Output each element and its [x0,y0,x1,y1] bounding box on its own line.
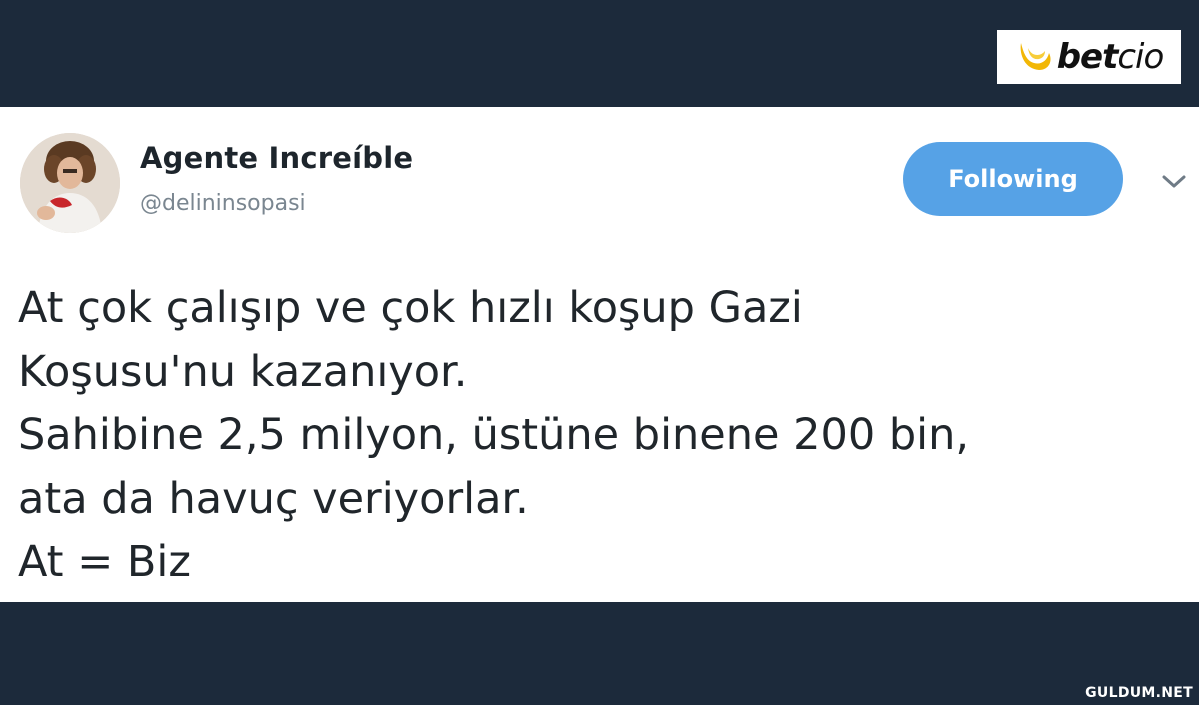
following-button[interactable]: Following [903,142,1123,216]
tweet-text-line: At çok çalışıp ve çok hızlı koşup Gazi [18,283,803,333]
user-handle[interactable]: @delininsopasi [140,191,306,216]
tweet-text-line: Koşusu'nu kazanıyor. [18,346,468,397]
bottom-band: GULDUM.NET [0,602,1199,705]
tweet-text-line: ata da havuç veriyorlar. [18,473,529,524]
tweet-card: Agente Increíble @delininsopasi Followin… [0,107,1199,602]
brand-logo-inner: bet cio [1015,39,1164,75]
tweet-text: At çok çalışıp ve çok hızlı koşup Gazi K… [18,277,1178,595]
tweet-text-line: At = Biz [18,537,191,587]
brand-wordmark-bold: bet [1056,37,1119,77]
chevron-down-icon[interactable] [1160,173,1188,191]
display-name[interactable]: Agente Increíble [140,141,413,175]
watermark: GULDUM.NET [1085,685,1193,701]
brand-wordmark-light: cio [1117,37,1164,77]
brand-wordmark: bet cio [1056,37,1165,77]
brand-logo: bet cio [997,30,1181,84]
avatar[interactable] [20,133,120,233]
top-band: bet cio [0,0,1199,107]
brand-flame-icon [1020,43,1051,70]
avatar-image [20,133,120,233]
tweet-text-line: Sahibine 2,5 milyon, üstüne binene 200 b… [18,410,970,460]
